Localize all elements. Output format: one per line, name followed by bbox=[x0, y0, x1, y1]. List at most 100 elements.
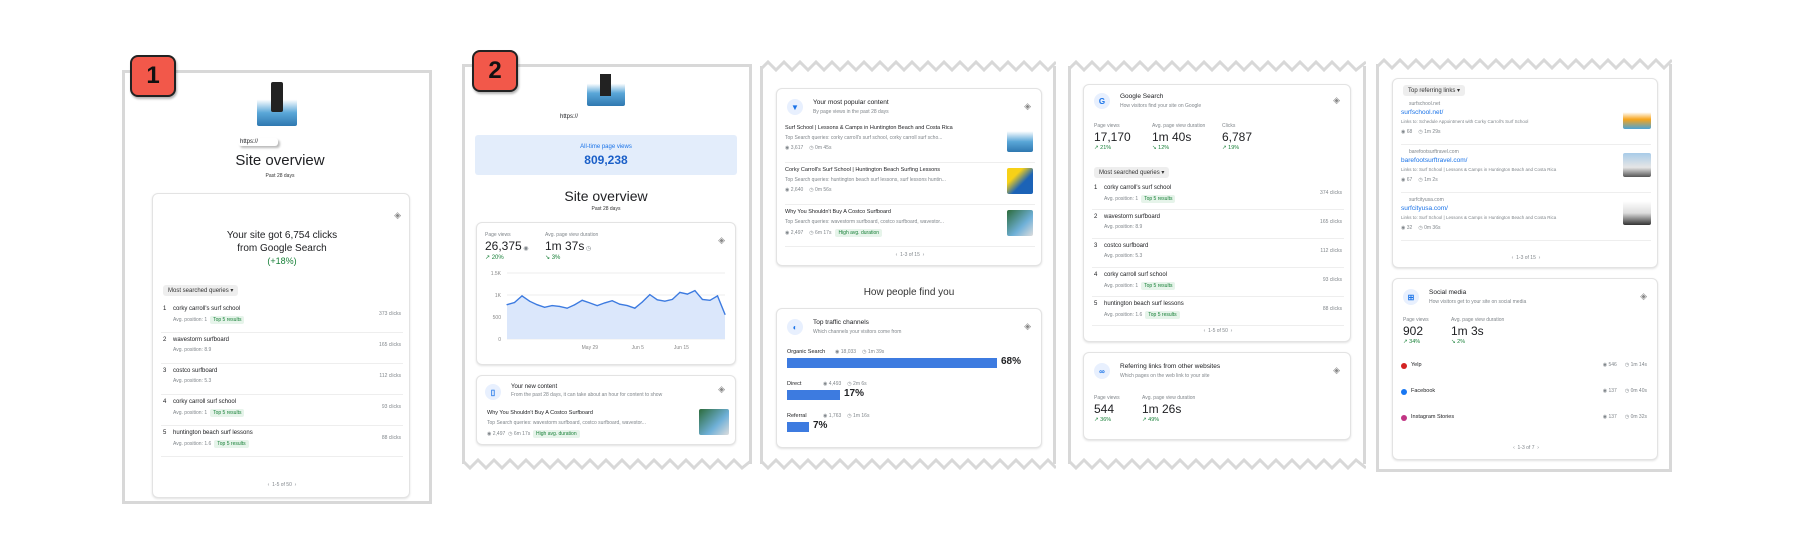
site-url[interactable]: https:// bbox=[560, 114, 628, 120]
pager[interactable]: ‹ 1-3 of 7 › bbox=[1393, 445, 1659, 451]
query-row[interactable]: 5 huntington beach surf lessons Avg. posit… bbox=[161, 426, 403, 457]
site-avatar-image bbox=[257, 82, 297, 126]
popular-item-stats: ◉ 2,497 ◷ 6m 17s High avg. duration bbox=[785, 229, 883, 237]
period-label: Past 28 days bbox=[591, 206, 621, 212]
channel-views: 18,033 bbox=[840, 349, 857, 355]
query-row[interactable]: 2 wavestorm surfboard Avg. position: 8.9 16… bbox=[1092, 210, 1344, 239]
layers-icon[interactable]: ◈ bbox=[1024, 321, 1031, 332]
pager-label: 1-3 of 15 bbox=[900, 252, 920, 258]
channel-name: Direct bbox=[787, 381, 802, 387]
layers-icon[interactable]: ◈ bbox=[1024, 101, 1031, 112]
prev-page-icon[interactable]: ‹ bbox=[1513, 445, 1515, 451]
avg-position: Avg. position: 1.6 bbox=[1104, 312, 1143, 318]
social-duration: 0m 32s bbox=[1630, 414, 1647, 420]
query-text: huntington beach surf lessons bbox=[173, 430, 253, 436]
query-row[interactable]: 4 corky carroll surf school Avg. position:… bbox=[161, 395, 403, 426]
filter-icon: ▼ bbox=[787, 99, 803, 115]
referring-url[interactable]: surfschool.net/ bbox=[1401, 109, 1443, 116]
referring-stats: ◉ 68 ◷ 1m 29s bbox=[1401, 129, 1441, 135]
popular-item-title: Surf School | Lessons & Camps in Hunting… bbox=[785, 125, 953, 131]
query-position: Avg. position: 8.9 bbox=[1104, 224, 1142, 230]
prev-page-icon[interactable]: ‹ bbox=[1512, 255, 1514, 261]
social-row[interactable]: Yelp ◉ 546 ◷ 1m 14s bbox=[1401, 355, 1651, 379]
y-tick-label: 0 bbox=[498, 337, 501, 343]
pager[interactable]: ‹ 1-5 of 50 › bbox=[1084, 328, 1352, 334]
query-row[interactable]: 3 costco surfboard Avg. position: 5.3 112 c… bbox=[1092, 239, 1344, 268]
referring-url[interactable]: surfcityusa.com/ bbox=[1401, 205, 1448, 212]
next-page-icon[interactable]: › bbox=[1539, 255, 1541, 261]
popular-item[interactable]: Why You Shouldn't Buy A Costco Surfboard… bbox=[785, 205, 1035, 247]
referring-url[interactable]: barefootsurftravel.com/ bbox=[1401, 157, 1467, 164]
pager[interactable]: ‹ 1-3 of 15 › bbox=[1393, 255, 1659, 261]
referring-dropdown[interactable]: Top referring links ▾ bbox=[1403, 85, 1466, 96]
query-row[interactable]: 3 costco surfboard Avg. position: 5.3 112 c… bbox=[161, 364, 403, 395]
layers-icon[interactable]: ◈ bbox=[1640, 291, 1647, 302]
layers-icon[interactable]: ◈ bbox=[1333, 95, 1340, 106]
channel-percent: 68% bbox=[1001, 356, 1022, 367]
page-title: Site overview bbox=[235, 152, 325, 169]
new-content-item-stats: ◉ 2,497 ◷ 6m 17s High avg. duration bbox=[487, 430, 580, 438]
pager[interactable]: ‹ 1-5 of 50 › bbox=[153, 482, 411, 488]
new-content-item-title[interactable]: Why You Shouldn't Buy A Costco Surfboard bbox=[487, 410, 593, 416]
next-page-icon[interactable]: › bbox=[923, 252, 925, 258]
next-page-icon[interactable]: › bbox=[295, 482, 297, 488]
referring-link-item[interactable]: barefootsurftravel.com barefootsurftravel… bbox=[1401, 145, 1651, 193]
stat-duration: 0m 36s bbox=[1424, 225, 1441, 231]
query-clicks: 93 clicks bbox=[381, 404, 401, 410]
layers-icon[interactable]: ◈ bbox=[718, 235, 725, 246]
data-point bbox=[626, 304, 628, 307]
data-point bbox=[543, 306, 546, 308]
social-views: 137 bbox=[1608, 388, 1617, 394]
data-point bbox=[604, 302, 606, 304]
popular-item-queries: Top Search queries: wavestorm surfboard,… bbox=[785, 219, 944, 225]
period-label: Past 28 days bbox=[265, 173, 295, 179]
query-clicks: 373 clicks bbox=[379, 311, 401, 317]
next-page-icon[interactable]: › bbox=[1231, 328, 1233, 334]
next-page-icon[interactable]: › bbox=[1537, 445, 1539, 451]
document-icon: ▯ bbox=[485, 384, 501, 400]
referring-link-item[interactable]: surfcityusa.com surfcityusa.com/Links to:… bbox=[1401, 193, 1651, 241]
google-search-card: G ◈ Google Search How visitors find your… bbox=[1083, 84, 1351, 342]
duration-value: 1m 37s ◷ bbox=[545, 239, 591, 253]
channel-views: 4,493 bbox=[828, 381, 842, 387]
channel-duration: 1m 16s bbox=[853, 413, 870, 419]
metric-label: Avg. page view duration bbox=[1152, 123, 1206, 129]
metric-value: 1m 3s bbox=[1451, 324, 1484, 338]
social-logo-icon bbox=[1401, 389, 1407, 395]
layers-icon[interactable]: ◈ bbox=[394, 210, 401, 221]
social-row[interactable]: Instagram Stories ◉ 137 ◷ 0m 32s bbox=[1401, 407, 1651, 431]
metric-change: ↗ 34% bbox=[1403, 339, 1421, 345]
query-row[interactable]: 5 huntington beach surf lessons Avg. posit… bbox=[1092, 297, 1344, 326]
data-point bbox=[506, 304, 508, 306]
data-point bbox=[701, 298, 704, 300]
pager[interactable]: ‹ 1-3 of 15 › bbox=[777, 252, 1043, 258]
queries-dropdown[interactable]: Most searched queries ▾ bbox=[1094, 167, 1170, 178]
google-search-title: Google Search bbox=[1120, 93, 1164, 100]
data-point bbox=[649, 293, 651, 296]
layers-icon[interactable]: ◈ bbox=[1333, 365, 1340, 376]
prev-page-icon[interactable]: ‹ bbox=[1204, 328, 1206, 334]
query-row[interactable]: 1 corky carroll's surf school Avg. positio… bbox=[1092, 181, 1344, 210]
data-point bbox=[611, 300, 613, 302]
prev-page-icon[interactable]: ‹ bbox=[268, 482, 270, 488]
queries-dropdown[interactable]: Most searched queries ▾ bbox=[163, 285, 239, 296]
social-row[interactable]: Facebook ◉ 137 ◷ 0m 40s bbox=[1401, 381, 1651, 405]
metric-label: Page views bbox=[1094, 395, 1120, 401]
query-row[interactable]: 1 corky carroll's surf school Avg. positio… bbox=[161, 302, 403, 333]
popular-item[interactable]: Corky Carroll's Surf School | Huntington… bbox=[785, 163, 1035, 205]
data-point bbox=[528, 300, 531, 302]
duration-label: Avg. page view duration bbox=[545, 232, 599, 238]
step-badge-1: 1 bbox=[130, 55, 176, 97]
channel-name: Referral bbox=[787, 413, 807, 419]
popular-item-stats: ◉ 3,617 ◷ 0m 45s bbox=[785, 145, 831, 151]
query-row[interactable]: 4 corky carroll surf school Avg. position:… bbox=[1092, 268, 1344, 297]
layers-icon[interactable]: ◈ bbox=[718, 384, 725, 395]
stat-duration: 0m 56s bbox=[815, 187, 832, 193]
prev-page-icon[interactable]: ‹ bbox=[896, 252, 898, 258]
query-position: Avg. position: 5.3 bbox=[173, 378, 211, 384]
referring-link-item[interactable]: surfschool.net surfschool.net/Links to: S… bbox=[1401, 97, 1651, 145]
avg-position: Avg. position: 1 bbox=[1104, 283, 1139, 289]
query-row[interactable]: 2 wavestorm surfboard Avg. position: 8.9 16… bbox=[161, 333, 403, 364]
query-clicks: 165 clicks bbox=[379, 342, 401, 348]
popular-item[interactable]: Surf School | Lessons & Camps in Hunting… bbox=[785, 121, 1035, 163]
